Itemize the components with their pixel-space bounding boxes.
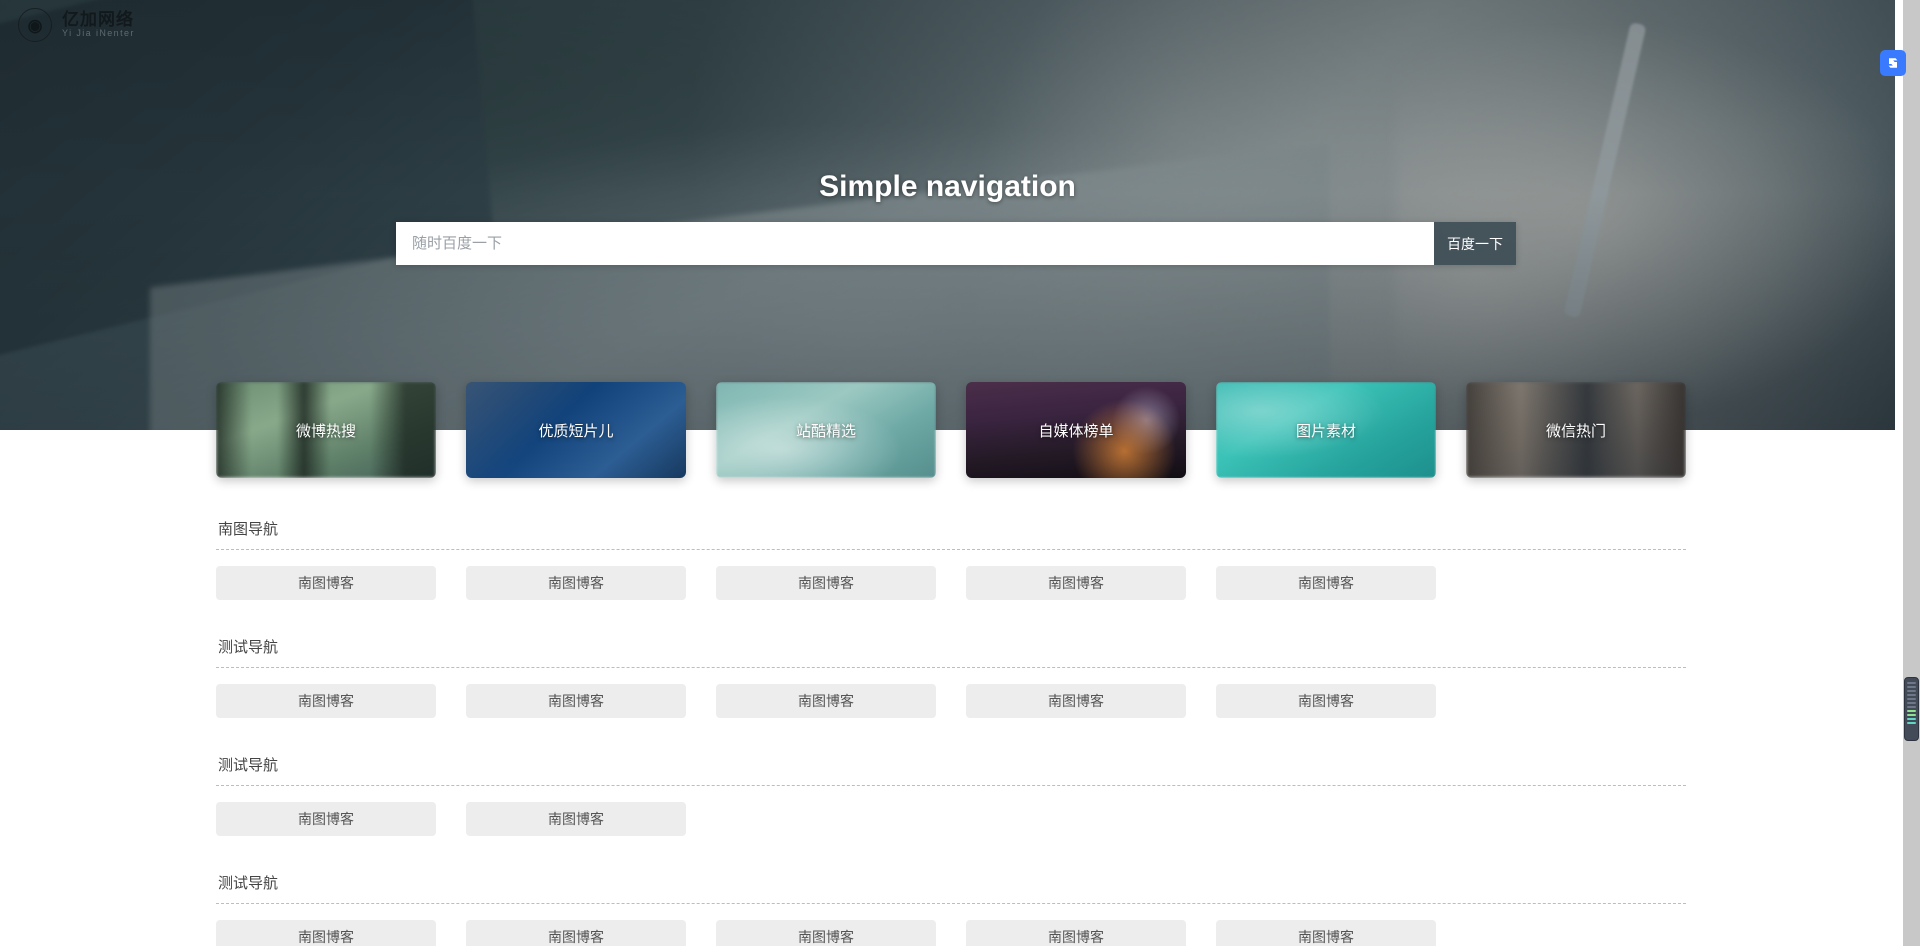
search-bar: 百度一下 — [396, 222, 1516, 265]
thumb-line — [1907, 702, 1916, 704]
nav-item[interactable]: 南图博客 — [216, 920, 436, 946]
hero-background-image — [0, 0, 1895, 430]
nav-section: 测试导航南图博客南图博客南图博客南图博客南图博客 — [216, 628, 1686, 740]
nav-item[interactable]: 南图博客 — [216, 566, 436, 600]
section-title: 测试导航 — [216, 864, 1686, 903]
featured-card[interactable]: 图片素材 — [1216, 382, 1436, 478]
page-root: ◉ 亿加网络 Yi Jia iNenter Simple navigation … — [0, 0, 1920, 946]
featured-cards: 微博热搜 优质短片儿 站酷精选 自媒体榜单 图片素材 微信热门 — [216, 382, 1686, 478]
nav-sections: 南图导航南图博客南图博客南图博客南图博客南图博客测试导航南图博客南图博客南图博客… — [216, 510, 1686, 946]
nav-item[interactable]: 南图博客 — [466, 566, 686, 600]
section-title: 测试导航 — [216, 628, 1686, 667]
section-items: 南图博客南图博客南图博客南图博客南图博客 — [216, 566, 1686, 622]
featured-card[interactable]: 自媒体榜单 — [966, 382, 1186, 478]
logo-icon: ◉ — [18, 8, 52, 42]
thumb-line — [1907, 710, 1916, 712]
logo-name: 亿加网络 — [62, 11, 135, 29]
nav-section: 测试导航南图博客南图博客 — [216, 746, 1686, 858]
section-title: 南图导航 — [216, 510, 1686, 549]
search-input[interactable] — [396, 222, 1434, 265]
section-divider — [216, 549, 1686, 550]
thumb-line — [1907, 690, 1916, 692]
thumb-line — [1907, 686, 1916, 688]
thumb-line — [1907, 698, 1916, 700]
nav-item[interactable]: 南图博客 — [1216, 566, 1436, 600]
nav-item[interactable]: 南图博客 — [716, 684, 936, 718]
nav-item[interactable]: 南图博客 — [466, 684, 686, 718]
vertical-scrollbar[interactable] — [1903, 0, 1920, 946]
nav-item[interactable]: 南图博客 — [1216, 920, 1436, 946]
nav-item[interactable]: 南图博客 — [466, 920, 686, 946]
section-divider — [216, 667, 1686, 668]
section-divider — [216, 785, 1686, 786]
site-logo[interactable]: ◉ 亿加网络 Yi Jia iNenter — [18, 8, 135, 42]
nav-item[interactable]: 南图博客 — [966, 684, 1186, 718]
thumb-line — [1907, 718, 1916, 720]
featured-card[interactable]: 微博热搜 — [216, 382, 436, 478]
thumb-line — [1907, 682, 1916, 684]
hero-banner: ◉ 亿加网络 Yi Jia iNenter Simple navigation — [0, 0, 1895, 430]
section-divider — [216, 903, 1686, 904]
sogou-extension-icon[interactable] — [1880, 50, 1906, 76]
logo-text: 亿加网络 Yi Jia iNenter — [62, 11, 135, 38]
nav-item[interactable]: 南图博客 — [716, 920, 936, 946]
nav-section: 南图导航南图博客南图博客南图博客南图博客南图博客 — [216, 510, 1686, 622]
nav-item[interactable]: 南图博客 — [466, 802, 686, 836]
card-label: 微信热门 — [1546, 420, 1606, 441]
card-label: 站酷精选 — [796, 420, 856, 441]
featured-card[interactable]: 优质短片儿 — [466, 382, 686, 478]
thumb-line — [1907, 714, 1916, 716]
section-title: 测试导航 — [216, 746, 1686, 785]
scrollbar-thumb[interactable] — [1905, 678, 1918, 740]
thumb-line — [1907, 706, 1916, 708]
nav-item[interactable]: 南图博客 — [966, 566, 1186, 600]
card-label: 优质短片儿 — [538, 420, 613, 441]
nav-item[interactable]: 南图博客 — [216, 802, 436, 836]
featured-card[interactable]: 站酷精选 — [716, 382, 936, 478]
section-items: 南图博客 南图博客 南图博客 南图博客 南图博客 — [216, 920, 1686, 946]
nav-item[interactable]: 南图博客 — [216, 684, 436, 718]
card-label: 微博热搜 — [296, 420, 356, 441]
nav-item[interactable]: 南图博客 — [966, 920, 1186, 946]
card-label: 图片素材 — [1296, 420, 1356, 441]
search-button[interactable]: 百度一下 — [1434, 222, 1516, 265]
nav-section: 测试导航南图博客 南图博客 南图博客 南图博客 南图博客 — [216, 864, 1686, 946]
thumb-line — [1907, 722, 1916, 724]
page-title: Simple navigation — [0, 170, 1895, 204]
thumb-line — [1907, 694, 1916, 696]
featured-card[interactable]: 微信热门 — [1466, 382, 1686, 478]
nav-item[interactable]: 南图博客 — [716, 566, 936, 600]
section-items: 南图博客南图博客南图博客南图博客南图博客 — [216, 684, 1686, 740]
logo-subtitle: Yi Jia iNenter — [62, 29, 135, 38]
nav-item[interactable]: 南图博客 — [1216, 684, 1436, 718]
card-label: 自媒体榜单 — [1038, 420, 1113, 441]
section-items: 南图博客南图博客 — [216, 802, 1686, 858]
